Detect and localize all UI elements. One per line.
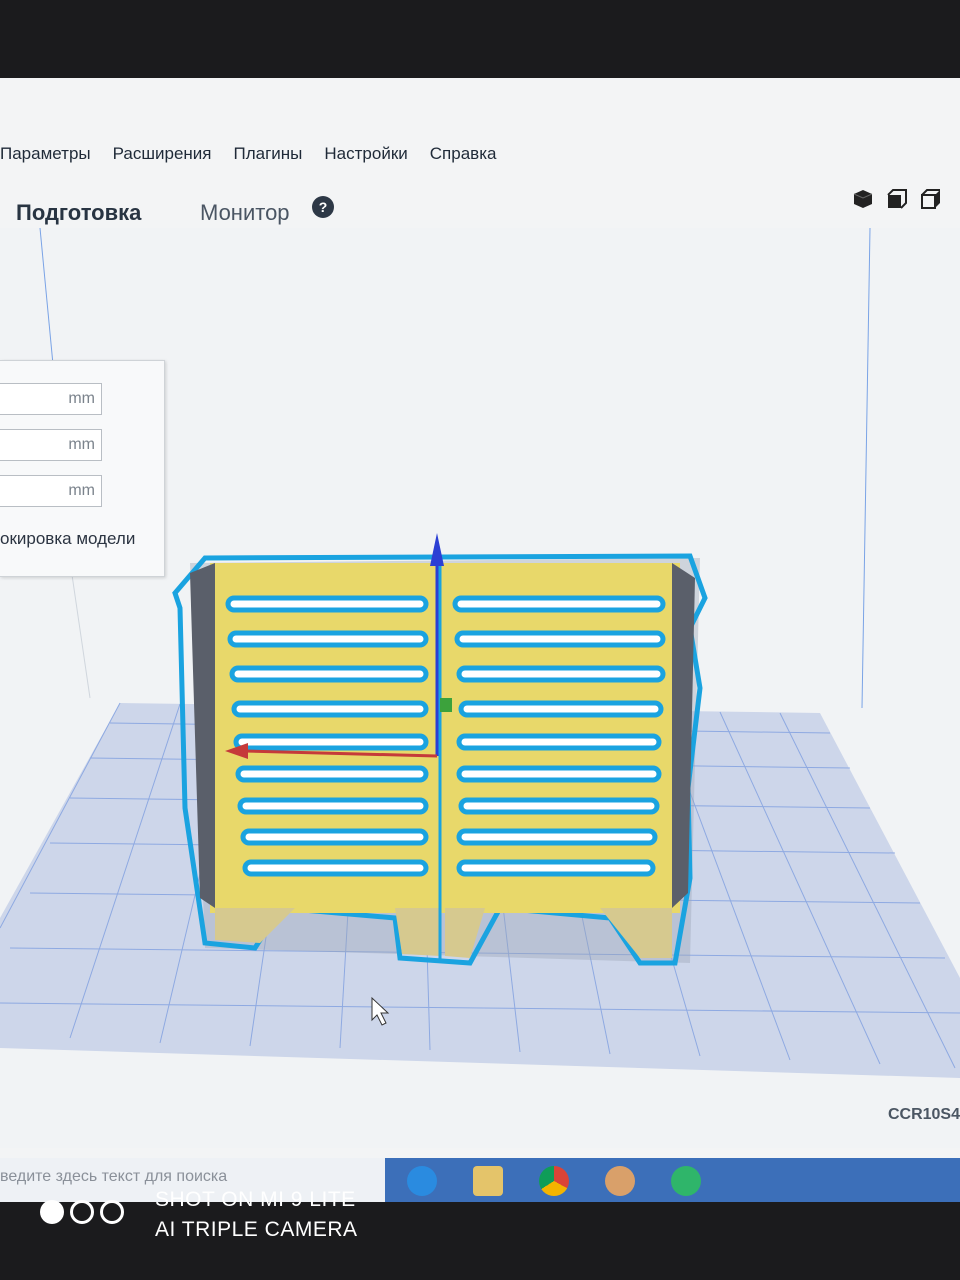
model-name-label: CCR10S4 [887, 1106, 960, 1123]
unit-label: mm [68, 390, 95, 407]
help-icon[interactable]: ? [312, 196, 334, 218]
position-z-field[interactable]: mm [0, 475, 102, 507]
watermark-line2: AI TRIPLE CAMERA [155, 1218, 358, 1241]
watermark-line1: SHOT ON MI 9 LITE [155, 1188, 356, 1211]
tab-prepare[interactable]: Подготовка [16, 200, 141, 226]
unit-label: mm [68, 482, 95, 499]
position-y-field[interactable]: mm [0, 429, 102, 461]
camera-view-buttons [852, 188, 942, 210]
search-placeholder: ведите здесь текст для поиска [0, 1168, 228, 1185]
edge-icon[interactable] [407, 1166, 437, 1196]
menu-bar: Параметры Расширения Плагины Настройки С… [0, 140, 960, 170]
view-side-icon[interactable] [920, 188, 942, 210]
watermark-dots [40, 1200, 124, 1224]
menu-item-extensions[interactable]: Расширения [113, 140, 212, 170]
unit-label: mm [68, 436, 95, 453]
view-3d-icon[interactable] [852, 188, 874, 210]
watermark-dot-icon [70, 1200, 94, 1224]
taskbar-apps [385, 1158, 960, 1202]
menu-item-parameters[interactable]: Параметры [0, 140, 91, 170]
cura-icon[interactable] [671, 1166, 701, 1196]
menu-item-settings[interactable]: Настройки [324, 140, 407, 170]
lock-model-label[interactable]: окировка модели [0, 529, 135, 549]
chrome-icon[interactable] [539, 1166, 569, 1196]
windows-taskbar: ведите здесь текст для поиска [0, 1158, 960, 1202]
paint-icon[interactable] [605, 1166, 635, 1196]
cura-window: Параметры Расширения Плагины Настройки С… [0, 78, 960, 1202]
watermark-dot-icon [40, 1200, 64, 1224]
tab-monitor[interactable]: Монитор [200, 200, 290, 226]
menu-item-plugins[interactable]: Плагины [234, 140, 303, 170]
menu-item-help[interactable]: Справка [430, 140, 497, 170]
position-x-field[interactable]: mm [0, 383, 102, 415]
file-explorer-icon[interactable] [473, 1166, 503, 1196]
watermark-dot-icon [100, 1200, 124, 1224]
transform-panel: mm mm mm окировка модели [0, 360, 165, 577]
view-front-icon[interactable] [886, 188, 908, 210]
